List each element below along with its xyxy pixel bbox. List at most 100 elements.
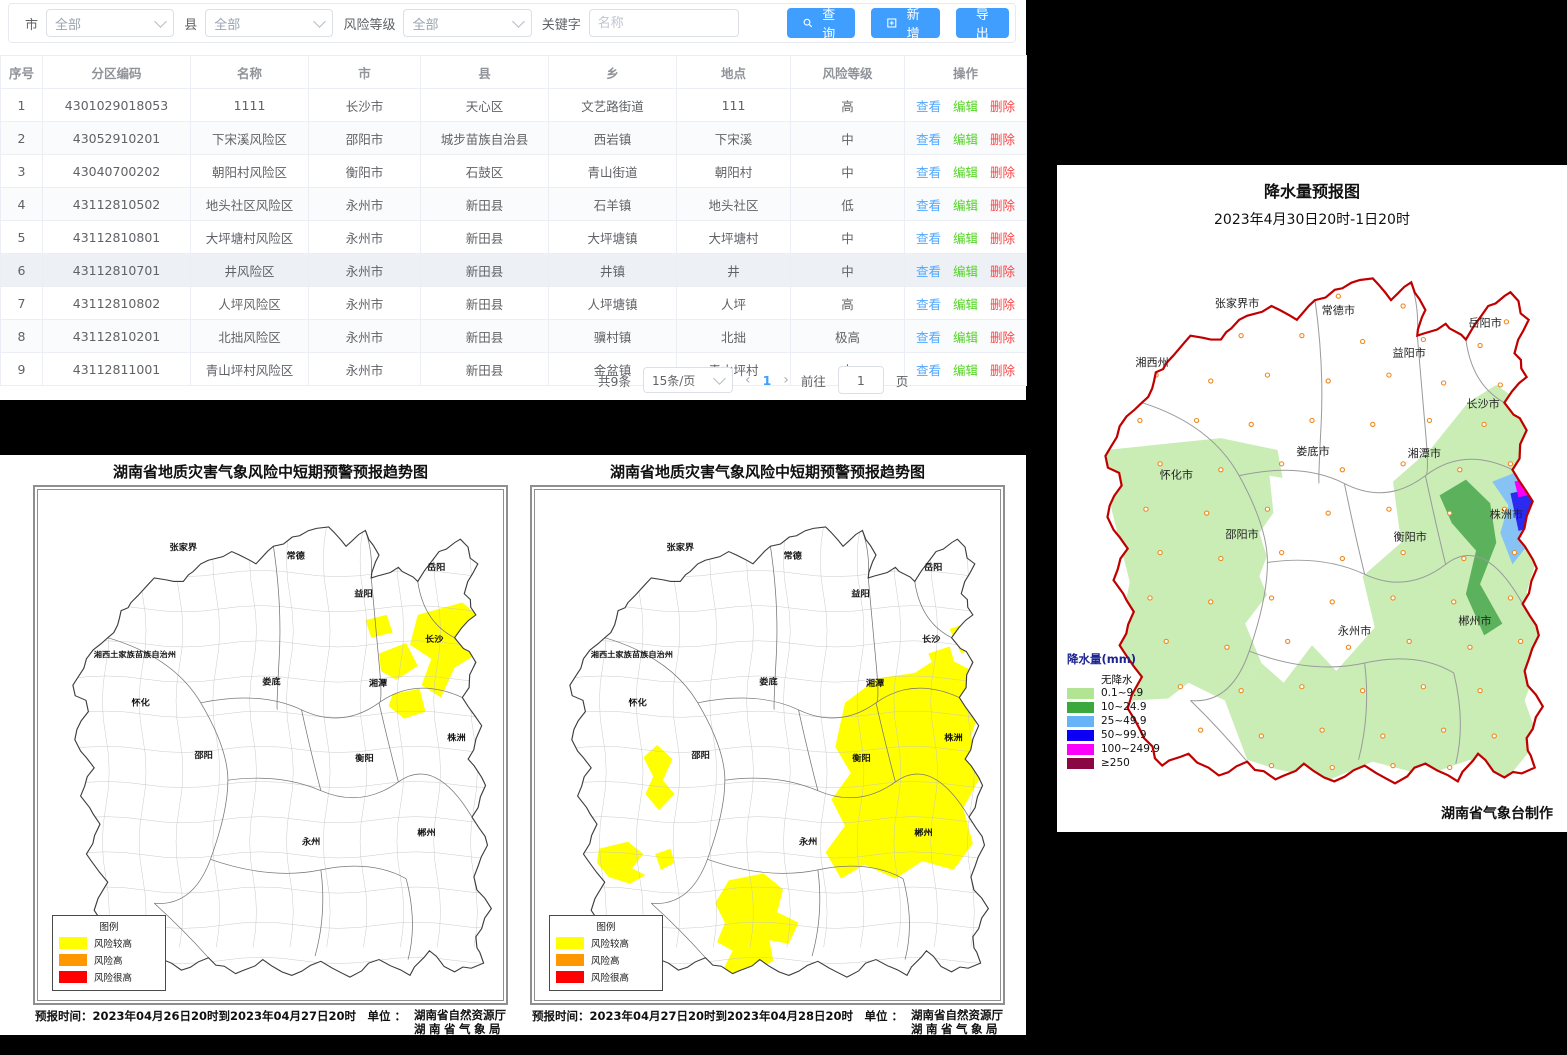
- region-label: 湘潭市: [1408, 446, 1441, 460]
- delete-link[interactable]: 删除: [990, 330, 1015, 345]
- table-cell: 3: [1, 155, 43, 188]
- column-header: 风险等级: [791, 56, 905, 89]
- legend-swatch: [1067, 688, 1094, 699]
- table-cell: 中: [791, 155, 905, 188]
- view-link[interactable]: 查看: [916, 198, 941, 213]
- delete-link[interactable]: 删除: [990, 165, 1015, 180]
- keyword-input[interactable]: [589, 9, 739, 37]
- legend-title: 图例: [556, 919, 656, 933]
- legend-swatch: [556, 971, 584, 983]
- region-label: 怀化市: [1160, 468, 1193, 482]
- legend-item: 风险高: [59, 953, 159, 967]
- table-cell: 5: [1, 221, 43, 254]
- view-link[interactable]: 查看: [916, 297, 941, 312]
- chevron-down-icon: [154, 15, 167, 28]
- current-page[interactable]: 1: [763, 373, 772, 388]
- table-cell: 1: [1, 89, 43, 122]
- page-size-select[interactable]: 15条/页: [643, 367, 733, 393]
- edit-link[interactable]: 编辑: [953, 264, 978, 279]
- edit-link[interactable]: 编辑: [953, 330, 978, 345]
- export-button[interactable]: 导出: [956, 8, 1010, 38]
- delete-link[interactable]: 删除: [990, 264, 1015, 279]
- risk-zone-table: 序号分区编码名称市县乡地点风险等级操作 143010290180531111长沙…: [0, 55, 1027, 386]
- edit-link[interactable]: 编辑: [953, 132, 978, 147]
- legend-item: 风险很高: [59, 970, 159, 984]
- edit-link[interactable]: 编辑: [953, 198, 978, 213]
- delete-link[interactable]: 删除: [990, 231, 1015, 246]
- legend-swatch: [1067, 702, 1094, 713]
- table-cell: 北拙: [677, 320, 791, 353]
- search-button[interactable]: 查询: [787, 8, 855, 38]
- table-row: 443112810502地头社区风险区永州市新田县石羊镇地头社区低查看编辑删除: [1, 188, 1027, 221]
- delete-link[interactable]: 删除: [990, 363, 1015, 378]
- delete-link[interactable]: 删除: [990, 297, 1015, 312]
- table-cell: 永州市: [309, 353, 421, 386]
- legend-item: 风险高: [556, 953, 656, 967]
- table-cell: 43112810801: [43, 221, 191, 254]
- edit-link[interactable]: 编辑: [953, 297, 978, 312]
- legend-item: 风险较高: [59, 936, 159, 950]
- table-cell: 地头社区风险区: [191, 188, 309, 221]
- edit-link[interactable]: 编辑: [953, 165, 978, 180]
- edit-link[interactable]: 编辑: [953, 231, 978, 246]
- legend-title: 图例: [59, 919, 159, 933]
- goto-page-input[interactable]: [838, 366, 884, 394]
- delete-link[interactable]: 删除: [990, 132, 1015, 147]
- forecast-time: 预报时间：2023年04月26日20时到2023年04月27日20时: [35, 1008, 356, 1024]
- column-header: 地点: [677, 56, 791, 89]
- delete-link[interactable]: 删除: [990, 198, 1015, 213]
- delete-link[interactable]: 删除: [990, 99, 1015, 114]
- table-cell: 石羊镇: [549, 188, 677, 221]
- table-cell: 人坪: [677, 287, 791, 320]
- view-link[interactable]: 查看: [916, 330, 941, 345]
- table-cell: 新田县: [421, 287, 549, 320]
- table-cell: 8: [1, 320, 43, 353]
- table-cell: 骥村镇: [549, 320, 677, 353]
- view-link[interactable]: 查看: [916, 132, 941, 147]
- region-label: 衡阳: [355, 752, 374, 763]
- table-cell: 永州市: [309, 320, 421, 353]
- table-cell: 43112810502: [43, 188, 191, 221]
- view-link[interactable]: 查看: [916, 264, 941, 279]
- edit-link[interactable]: 编辑: [953, 99, 978, 114]
- unit-line: 湖南省气象局: [911, 1022, 1003, 1036]
- county-select[interactable]: 全部: [205, 9, 333, 37]
- table-cell: 井风险区: [191, 254, 309, 287]
- region-label: 常德市: [1322, 303, 1355, 317]
- risk-level-select[interactable]: 全部: [403, 9, 531, 37]
- table-cell: 西岩镇: [549, 122, 677, 155]
- forecast-time: 预报时间：2023年04月27日20时到2023年04月28日20时: [532, 1008, 853, 1024]
- legend-item: ≥250: [1067, 756, 1160, 770]
- prev-page-button[interactable]: ‹: [745, 372, 751, 388]
- view-link[interactable]: 查看: [916, 99, 941, 114]
- add-button[interactable]: 新增: [871, 8, 939, 38]
- table-row: 543112810801大坪塘村风险区永州市新田县大坪塘镇大坪塘村中查看编辑删除: [1, 221, 1027, 254]
- legend-item: 25~49.9: [1067, 714, 1160, 728]
- column-header: 操作: [905, 56, 1027, 89]
- region-label: 株洲: [447, 732, 466, 743]
- table-cell: 43040700202: [43, 155, 191, 188]
- table-cell: 高: [791, 89, 905, 122]
- region-label: 湘潭: [866, 678, 885, 689]
- region-label: 邵阳: [690, 751, 710, 761]
- precipitation-map-panel: 降水量预报图 2023年4月30日20时-1日20时 湘西州张家界市常德市岳阳市…: [1057, 165, 1567, 832]
- page-size-value: 15条/页: [652, 372, 695, 389]
- region-label: 长沙: [425, 634, 444, 645]
- table-cell: 4301029018053: [43, 89, 191, 122]
- table-cell: 大坪塘镇: [549, 221, 677, 254]
- risk-level-filter-label: 风险等级: [343, 14, 395, 33]
- region-label: 娄底市: [1296, 444, 1329, 458]
- legend-swatch: [1067, 758, 1094, 769]
- row-actions: 查看编辑删除: [905, 320, 1027, 353]
- city-select[interactable]: 全部: [46, 9, 174, 37]
- table-cell: 43112810701: [43, 254, 191, 287]
- table-cell: 衡阳市: [309, 155, 421, 188]
- rain-map-subtitle: 2023年4月30日20时-1日20时: [1057, 209, 1567, 229]
- edit-link[interactable]: 编辑: [953, 363, 978, 378]
- view-link[interactable]: 查看: [916, 165, 941, 180]
- legend-label: 25~49.9: [1101, 715, 1147, 727]
- table-cell: 43112810201: [43, 320, 191, 353]
- view-link[interactable]: 查看: [916, 231, 941, 246]
- view-link[interactable]: 查看: [916, 363, 941, 378]
- next-page-button[interactable]: ›: [783, 372, 789, 388]
